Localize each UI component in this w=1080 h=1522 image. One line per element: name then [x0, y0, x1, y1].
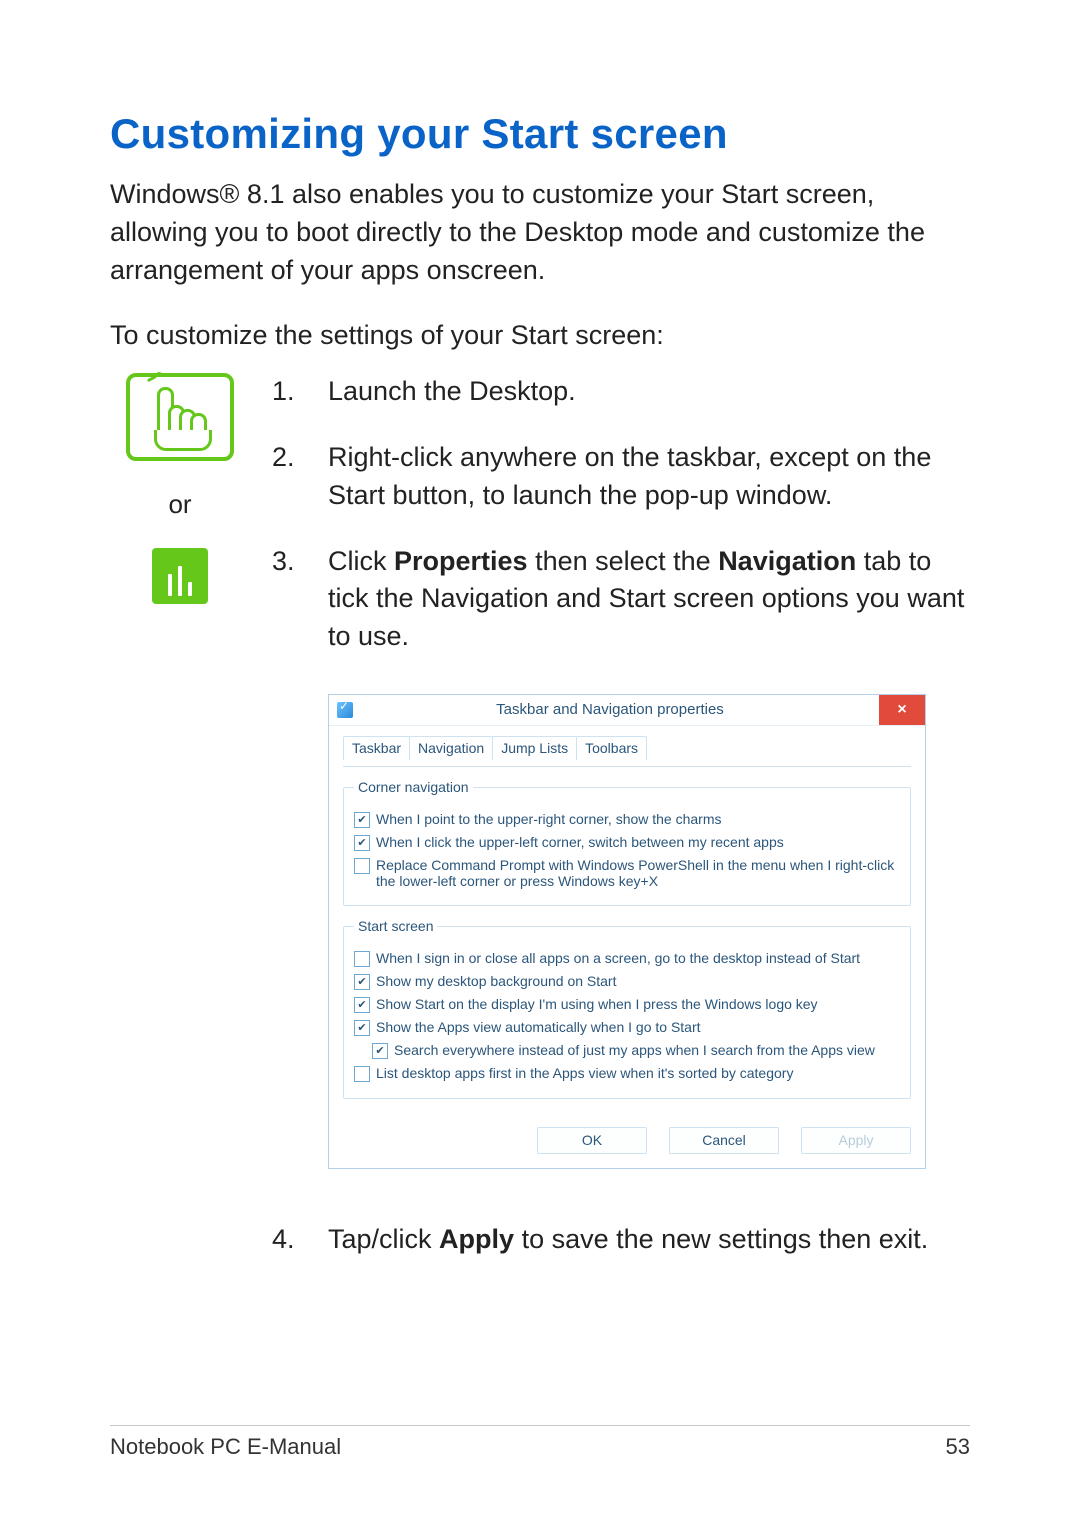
dialog-wrapper: Taskbar and Navigation properties × Task…	[328, 684, 970, 1193]
manual-page: Customizing your Start screen Windows® 8…	[0, 0, 1080, 1522]
tab-strip	[343, 765, 911, 767]
step-text: Right-click anywhere on the taskbar, exc…	[328, 439, 970, 515]
corner-navigation-group: Corner navigation When I point to the up…	[343, 779, 911, 906]
close-button[interactable]: ×	[879, 695, 925, 725]
two-column-layout: or 1. Launch the Desktop. 2. Right-click…	[110, 373, 970, 1286]
step-text: Click Properties then select the Navigat…	[328, 543, 970, 656]
dialog-title: Taskbar and Navigation properties	[361, 701, 879, 718]
dialog-illustration-row: Taskbar and Navigation properties × Task…	[272, 684, 970, 1193]
page-footer: Notebook PC E-Manual 53	[110, 1425, 970, 1460]
dialog-titlebar: Taskbar and Navigation properties ×	[329, 695, 925, 726]
checkbox-label: When I click the upper-left corner, swit…	[376, 834, 784, 850]
steps-column: 1. Launch the Desktop. 2. Right-click an…	[272, 373, 970, 1286]
start-screen-group: Start screen When I sign in or close all…	[343, 918, 911, 1099]
checkbox-icon	[354, 812, 370, 828]
checkbox-icon	[354, 835, 370, 851]
bold-properties: Properties	[394, 546, 528, 576]
text-run: to save the new settings then exit.	[514, 1224, 928, 1254]
step-number: 2.	[272, 439, 328, 515]
checkbox-label: Show my desktop background on Start	[376, 973, 616, 989]
checkbox-list-desktop-apps-first[interactable]: List desktop apps first in the Apps view…	[354, 1065, 900, 1082]
checkbox-desktop-background-on-start[interactable]: Show my desktop background on Start	[354, 973, 900, 990]
dialog-tabs: Taskbar Navigation Jump Lists Toolbars	[343, 736, 911, 760]
step-text: Tap/click Apply to save the new settings…	[328, 1221, 970, 1259]
checkbox-label: Show the Apps view automatically when I …	[376, 1019, 701, 1035]
touch-tile-icon	[152, 548, 208, 604]
tab-taskbar[interactable]: Taskbar	[343, 736, 410, 760]
step-number: 4.	[272, 1221, 328, 1259]
checkbox-search-everywhere[interactable]: Search everywhere instead of just my app…	[372, 1042, 900, 1059]
touch-tap-icon	[126, 373, 234, 461]
tab-jumplists[interactable]: Jump Lists	[492, 736, 577, 760]
checkbox-icon	[354, 858, 370, 874]
checkbox-icon	[354, 951, 370, 967]
group-legend: Start screen	[354, 918, 437, 934]
checkbox-label: Search everywhere instead of just my app…	[394, 1042, 875, 1058]
checkbox-apps-view-auto[interactable]: Show the Apps view automatically when I …	[354, 1019, 900, 1036]
spacer	[272, 684, 328, 1193]
step-number: 3.	[272, 543, 328, 656]
text-run: Click	[328, 546, 394, 576]
ok-button[interactable]: OK	[537, 1127, 647, 1153]
tab-navigation[interactable]: Navigation	[409, 736, 493, 760]
bold-navigation: Navigation	[718, 546, 856, 576]
input-method-column: or	[110, 373, 250, 604]
checkbox-label: Replace Command Prompt with Windows Powe…	[376, 857, 900, 889]
or-label: or	[168, 489, 191, 520]
taskbar-navigation-dialog: Taskbar and Navigation properties × Task…	[328, 694, 926, 1169]
lead-paragraph: To customize the settings of your Start …	[110, 317, 970, 355]
text-run: Tap/click	[328, 1224, 439, 1254]
step-number: 1.	[272, 373, 328, 411]
step-4: 4. Tap/click Apply to save the new setti…	[272, 1221, 970, 1259]
cancel-button[interactable]: Cancel	[669, 1127, 779, 1153]
step-3: 3. Click Properties then select the Navi…	[272, 543, 970, 656]
bold-apply: Apply	[439, 1224, 514, 1254]
checkbox-switch-recent-apps[interactable]: When I click the upper-left corner, swit…	[354, 834, 900, 851]
page-title: Customizing your Start screen	[110, 110, 970, 158]
apply-button[interactable]: Apply	[801, 1127, 911, 1153]
dialog-buttons: OK Cancel Apply	[329, 1127, 925, 1167]
checkbox-replace-cmd-powershell[interactable]: Replace Command Prompt with Windows Powe…	[354, 857, 900, 889]
page-number: 53	[946, 1434, 970, 1460]
checkbox-icon	[354, 974, 370, 990]
footer-left: Notebook PC E-Manual	[110, 1434, 341, 1460]
checkbox-show-start-on-display[interactable]: Show Start on the display I'm using when…	[354, 996, 900, 1013]
checkbox-icon	[354, 997, 370, 1013]
checkbox-show-charms[interactable]: When I point to the upper-right corner, …	[354, 811, 900, 828]
checkbox-label: When I point to the upper-right corner, …	[376, 811, 722, 827]
intro-paragraph: Windows® 8.1 also enables you to customi…	[110, 176, 970, 289]
tab-toolbars[interactable]: Toolbars	[576, 736, 647, 760]
dialog-body: Taskbar Navigation Jump Lists Toolbars C…	[329, 726, 925, 1127]
steps-list: 1. Launch the Desktop. 2. Right-click an…	[272, 373, 970, 1258]
text-run: then select the	[528, 546, 719, 576]
step-1: 1. Launch the Desktop.	[272, 373, 970, 411]
checkbox-go-to-desktop[interactable]: When I sign in or close all apps on a sc…	[354, 950, 900, 967]
checkbox-icon	[354, 1020, 370, 1036]
checkbox-icon	[372, 1043, 388, 1059]
dialog-app-icon	[337, 702, 353, 718]
step-2: 2. Right-click anywhere on the taskbar, …	[272, 439, 970, 515]
step-text: Launch the Desktop.	[328, 373, 970, 411]
checkbox-label: List desktop apps first in the Apps view…	[376, 1065, 793, 1081]
group-legend: Corner navigation	[354, 779, 473, 795]
checkbox-icon	[354, 1066, 370, 1082]
checkbox-label: Show Start on the display I'm using when…	[376, 996, 818, 1012]
checkbox-label: When I sign in or close all apps on a sc…	[376, 950, 860, 966]
